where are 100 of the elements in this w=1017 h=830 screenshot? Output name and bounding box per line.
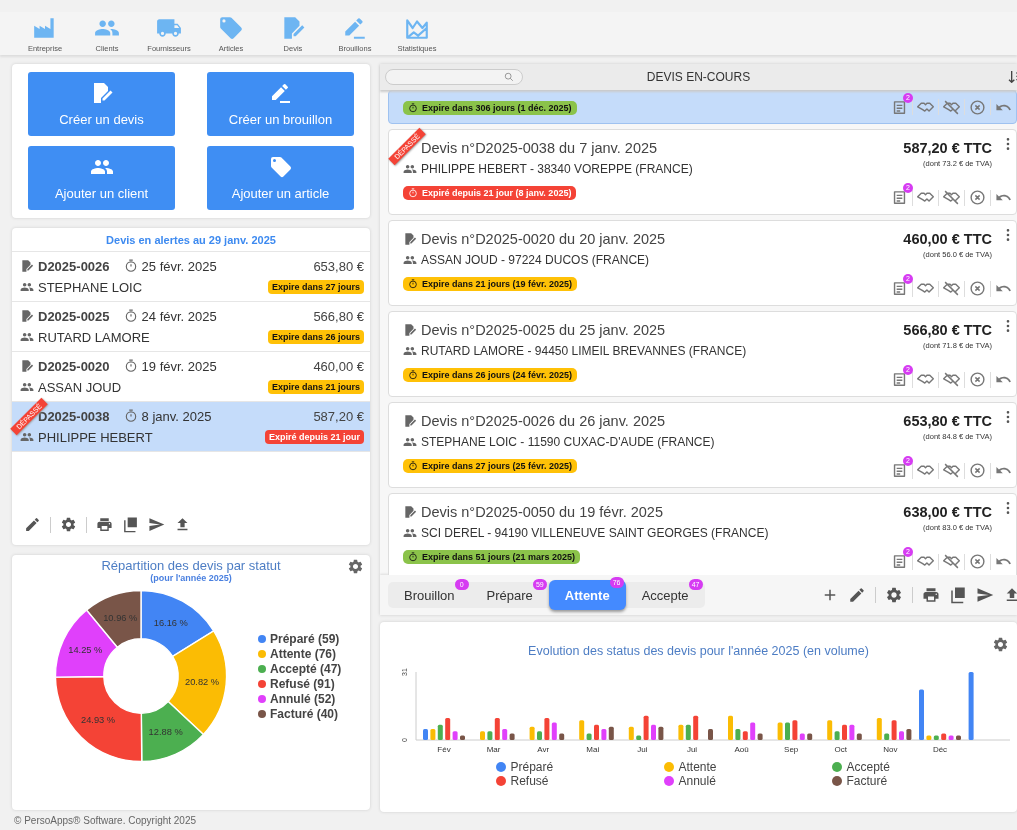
quote-title: Devis n°D2025-0050 du 19 févr. 2025 (421, 504, 663, 520)
axis-label: Fév (437, 745, 451, 754)
axis-label: Oct (834, 745, 848, 754)
timer-icon (408, 188, 418, 198)
chart-title: Répartition des devis par statut (100, 557, 282, 573)
legend-label: Refusé (91) (270, 676, 335, 691)
chart-subtitle: (pour l'année 2025) (149, 573, 233, 583)
status-badge: Expire dans 51 jours (21 mars 2025) (403, 550, 581, 564)
slice-label: 10.96 % (103, 613, 138, 624)
note-icon[interactable] (891, 553, 908, 570)
settings-icon[interactable] (60, 516, 77, 533)
timer-icon (123, 259, 138, 273)
legend-label: Attente (678, 760, 717, 774)
panel-title: DEVIS EN-COURS (646, 70, 751, 84)
legend-dot (663, 762, 674, 772)
status-badge: Expire dans 26 jours (24 févr. 2025) (403, 368, 578, 382)
bar (423, 729, 428, 740)
donut-slice (85, 589, 142, 648)
legend-dot (663, 776, 674, 786)
axis-label: Avr (537, 745, 550, 754)
printer-icon[interactable] (96, 516, 113, 533)
printer-icon[interactable] (922, 586, 940, 604)
legend-label: Attente (76) (270, 646, 336, 661)
axis-label: Sep (784, 745, 799, 754)
send-icon[interactable] (148, 516, 165, 533)
quote-number: D2025-0026 (38, 258, 110, 274)
cancel-icon[interactable] (969, 462, 986, 479)
status-badge: Expire dans 26 jours (267, 330, 364, 344)
pencil-icon[interactable] (24, 516, 41, 533)
quote-title: Devis n°D2025-0025 du 25 janv. 2025 (421, 322, 666, 338)
bar (460, 735, 465, 740)
search-field[interactable] (385, 69, 523, 85)
search-icon (504, 72, 514, 82)
crossed-handshake-icon[interactable] (943, 189, 960, 206)
timer-icon (123, 309, 138, 323)
crossed-handshake-icon[interactable] (943, 98, 960, 116)
slice-label: 14.25 % (68, 645, 103, 656)
note-icon[interactable] (891, 189, 908, 206)
cancel-icon[interactable] (969, 371, 986, 388)
axis-label: Nov (883, 745, 898, 754)
status-badge: Expire dans 21 jours (19 févr. 2025) (403, 277, 578, 291)
settings-icon[interactable] (992, 636, 1009, 653)
tag-icon (218, 15, 244, 41)
client-name: RUTARD LAMORE (38, 329, 150, 345)
note-icon[interactable] (891, 462, 908, 479)
bar (842, 724, 847, 740)
bar (651, 724, 656, 740)
cancel-icon[interactable] (969, 98, 986, 116)
legend-label: Refusé (510, 774, 549, 788)
slice-label: 16.16 % (153, 617, 188, 628)
bar (968, 672, 974, 740)
document-pen-icon (20, 359, 34, 373)
legend-dot (258, 634, 266, 643)
client-address: ASSAN JOUD - 97224 DUCOS (FRANCE) (421, 253, 650, 267)
people-icon (20, 380, 34, 394)
legend-dot (831, 776, 842, 786)
bar (708, 729, 713, 740)
note-icon[interactable] (891, 98, 908, 116)
send-icon[interactable] (976, 586, 994, 604)
note-icon[interactable] (891, 280, 908, 297)
bar (777, 722, 783, 740)
legend-label: Préparé (510, 760, 554, 774)
cancel-icon[interactable] (969, 553, 986, 570)
bar (807, 733, 813, 740)
legend-dot (495, 762, 506, 772)
crossed-handshake-icon[interactable] (943, 371, 960, 388)
legend-label: Facturé (40) (270, 706, 339, 721)
pencil-icon[interactable] (848, 586, 866, 604)
quote-total: 587,20 € TTC (903, 140, 992, 156)
client-address: STEPHANE LOIC - 11590 CUXAC-D'AUDE (FRANCE) (421, 435, 715, 449)
bar (906, 729, 912, 740)
timer-icon (408, 279, 418, 289)
people-icon (20, 330, 34, 344)
quote-number: D2025-0025 (38, 308, 110, 324)
timer-icon (123, 359, 138, 373)
alert-row[interactable]: D2025-0025 24 févr. 2025 566,80 € RUTARD LAMORE Expire dans 26 jours (12, 302, 370, 352)
crossed-handshake-icon[interactable] (943, 280, 960, 297)
note-icon[interactable] (891, 371, 908, 388)
settings-icon[interactable] (885, 586, 903, 604)
alert-row[interactable]: D2025-0026 25 févr. 2025 653,80 € STEPHANE LOIC Expire dans 27 jours (12, 252, 370, 302)
timer-icon (408, 370, 418, 380)
legend-label: Préparé (59) (270, 631, 340, 646)
crossed-handshake-icon[interactable] (943, 462, 960, 479)
axis-label: Déc (932, 745, 948, 754)
legend-label: Accepté (47) (270, 661, 342, 676)
crossed-handshake-icon[interactable] (943, 553, 960, 570)
cancel-icon[interactable] (969, 189, 986, 206)
settings-icon[interactable] (347, 558, 364, 575)
quote-title: Devis n°D2025-0020 du 20 janv. 2025 (421, 231, 666, 247)
bar (785, 722, 790, 740)
legend-label: Facturé (846, 774, 888, 788)
bar (728, 715, 733, 740)
cancel-icon[interactable] (969, 280, 986, 297)
quote-date: 19 févr. 2025 (141, 358, 217, 374)
people-icon (403, 435, 417, 449)
bar (899, 731, 904, 740)
quote-amount: 653,80 € (313, 258, 364, 274)
bar (628, 726, 634, 740)
status-badge: Expire dans 27 jours (267, 280, 364, 294)
document-pen-icon (403, 232, 417, 246)
